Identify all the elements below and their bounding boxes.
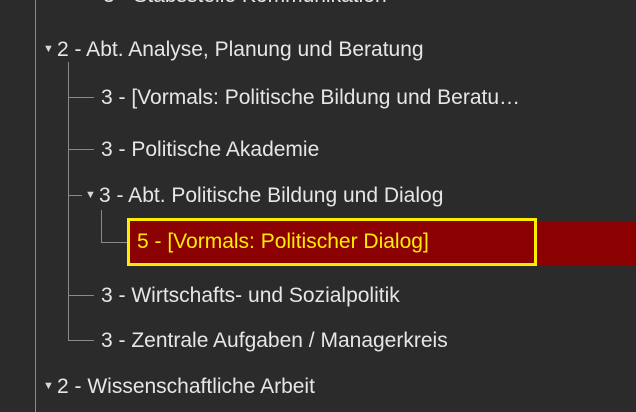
tree-node-label: 3 - Politische Akademie [101,138,320,161]
tree-node-label: 3 - Stabsstelle Kommunikation [103,0,387,16]
org-tree-view: 3 - Stabsstelle Kommunikation ▼ 2 - Abt.… [0,0,636,412]
expand-arrow-icon[interactable]: ▼ [43,29,54,69]
tree-node-label: 5 - [Vormals: Politischer Dialog] [137,230,429,253]
tree-node-wirtschafts-sozialpolitik[interactable]: 3 - Wirtschafts- und Sozialpolitik [0,276,636,316]
tree-node-politische-akademie[interactable]: 3 - Politische Akademie [0,130,636,170]
tree-node-zentrale-aufgaben[interactable]: 3 - Zentrale Aufgaben / Managerkreis [0,321,636,361]
expand-arrow-icon[interactable]: ▼ [43,366,54,406]
expand-arrow-icon[interactable]: ▼ [85,175,96,215]
tree-node-abt-analyse[interactable]: ▼ 2 - Abt. Analyse, Planung und Beratung [0,30,636,70]
tree-node-label: 3 - Zentrale Aufgaben / Managerkreis [101,329,448,352]
tree-node-partial[interactable]: 3 - Stabsstelle Kommunikation [0,0,636,16]
tree-node-abt-politische-bildung[interactable]: ▼ 3 - Abt. Politische Bildung und Dialog [0,176,636,216]
tree-node-label: 2 - Abt. Analyse, Planung und Beratung [57,38,424,61]
tree-node-vormals-politische-bildung[interactable]: 3 - [Vormals: Politische Bildung und Ber… [0,78,636,118]
selection-row-background [536,222,636,266]
tree-node-wissenschaftliche-arbeit[interactable]: ▼ 2 - Wissenschaftliche Arbeit [0,367,636,407]
tree-node-label: 3 - Abt. Politische Bildung und Dialog [99,184,444,207]
tree-node-label: 3 - [Vormals: Politische Bildung und Ber… [101,86,521,109]
tree-node-vormals-politischer-dialog[interactable]: 5 - [Vormals: Politischer Dialog] [127,218,537,266]
tree-connector [101,242,127,243]
tree-node-label: 2 - Wissenschaftliche Arbeit [57,375,315,398]
tree-node-label: 3 - Wirtschafts- und Sozialpolitik [101,284,400,307]
